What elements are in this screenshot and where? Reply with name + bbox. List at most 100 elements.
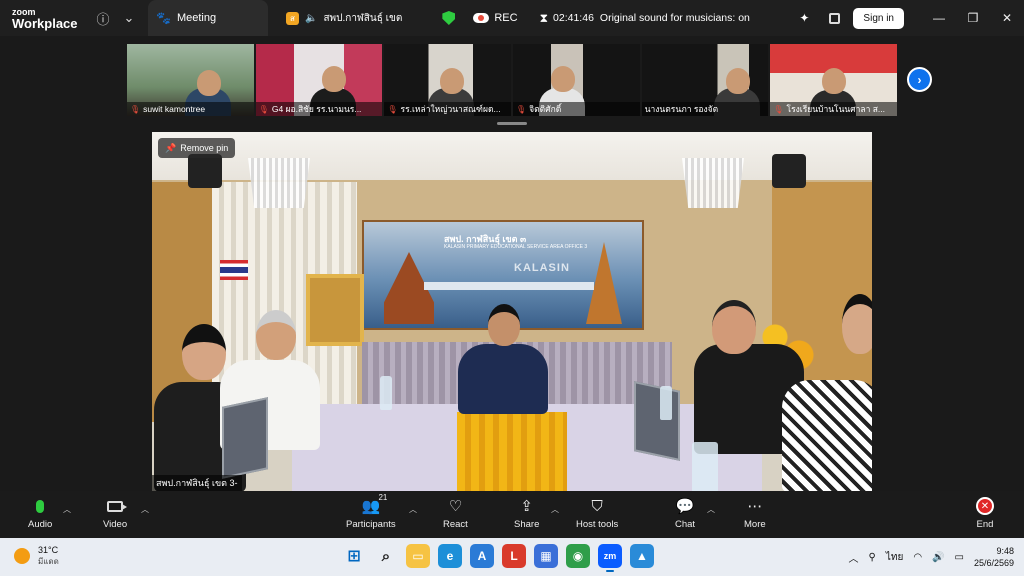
zoom-app-icon[interactable]: zm	[598, 544, 622, 572]
chrome-icon[interactable]: ◉	[566, 544, 590, 568]
participant-tile[interactable]: 🎙 G4 ผอ.สิชัย รร.นามนร...	[255, 44, 383, 116]
original-sound-status[interactable]: Original sound for musicians: on	[600, 12, 750, 24]
chat-options-caret[interactable]: ︿	[707, 504, 715, 515]
title-bar: zoom Workplace ⓘ ⌄ 🐾 Meeting ส 🔈 สพป.กาฬ…	[0, 0, 1024, 36]
speaker-icon: 🔈	[305, 12, 318, 24]
title-bar-right: ✦ Sign in — ❐ ✕	[793, 0, 1024, 36]
mic-muted-icon: 🎙	[130, 104, 141, 114]
react-button[interactable]: ♡ React	[443, 495, 468, 530]
water-bottle	[692, 442, 718, 491]
participant-head	[725, 68, 750, 94]
chat-button[interactable]: 💬 Chat	[675, 495, 695, 530]
close-icon[interactable]: ✕	[990, 0, 1024, 36]
participant-name: โรงเรียนบ้านโนนศาลา ส...	[786, 104, 886, 114]
chandelier	[248, 158, 310, 208]
input-language[interactable]: ไทย	[886, 550, 903, 565]
participants-options-caret[interactable]: ︿	[409, 504, 417, 515]
heart-icon: ♡	[448, 498, 463, 515]
microphone-icon	[36, 495, 45, 517]
tray-overflow-icon[interactable]: ︿	[849, 550, 859, 565]
video-label: Video	[103, 519, 128, 530]
meeting-tab-label: Meeting	[176, 12, 217, 24]
pinned-speaker-name: สพป.กาฬสินธุ์ เขต 3-	[152, 475, 242, 491]
chevron-down-icon[interactable]: ⌄	[116, 5, 142, 31]
water-bottle	[380, 376, 392, 410]
participant-tile[interactable]: 🎙 รร.เหล่าใหญ่วนาสณฑ์ผด...	[384, 44, 512, 116]
thai-flag	[220, 260, 248, 280]
photos-app-icon[interactable]: ▲	[630, 544, 654, 568]
video-options-caret[interactable]: ︿	[141, 504, 149, 515]
recording-indicator[interactable]: REC	[473, 12, 518, 24]
meeting-name: สพป.กาฬสินธุ์ เขต	[323, 12, 403, 24]
banner-word: KALASIN	[514, 262, 570, 274]
laptop	[222, 397, 268, 479]
meeting-tab-icon: 🐾	[156, 11, 171, 25]
app-a-icon[interactable]: A	[470, 544, 494, 568]
app-l-icon[interactable]: L	[502, 544, 526, 568]
chevron-right-icon[interactable]: ›	[907, 67, 932, 92]
zoom-logo: zoom Workplace	[0, 7, 90, 30]
remove-pin-button[interactable]: 📌 Remove pin	[158, 138, 236, 158]
search-icon[interactable]: ⌕	[374, 544, 398, 568]
more-button[interactable]: ⋯ More	[744, 495, 766, 530]
volume-icon[interactable]: 🔊	[932, 552, 944, 563]
wifi-icon[interactable]: ◠	[913, 552, 922, 563]
participant-nameplate: 🎙 รร.เหล่าใหญ่วนาสณฑ์ผด...	[384, 102, 512, 116]
zoom-window: zoom Workplace ⓘ ⌄ 🐾 Meeting ส 🔈 สพป.กาฬ…	[0, 0, 1024, 576]
participant-tile[interactable]: 🎙 โรงเรียนบ้านโนนศาลา ส...	[770, 44, 898, 116]
participant-head	[551, 66, 576, 92]
timer-value: 02:41:46	[553, 12, 594, 24]
rec-label: REC	[494, 12, 518, 24]
weather-widget[interactable]: 31°C มีแดด	[14, 545, 59, 567]
edge-browser-icon[interactable]: e	[438, 544, 462, 568]
meeting-info[interactable]: ส 🔈 สพป.กาฬสินธุ์ เขต	[286, 11, 402, 26]
share-button[interactable]: ⇪ Share	[514, 495, 539, 530]
sun-icon	[14, 548, 30, 564]
banner-bridge	[424, 282, 594, 290]
view-grid-icon[interactable]	[823, 7, 845, 29]
microsoft-store-icon[interactable]: ▦	[534, 544, 558, 568]
audio-options-caret[interactable]: ︿	[63, 504, 71, 515]
system-clock[interactable]: 9:48 25/6/2569	[974, 545, 1014, 569]
participant-name: G4 ผอ.สิชัย รร.นามนร...	[271, 104, 362, 114]
pin-icon: 📌	[165, 142, 177, 153]
camera-icon	[107, 495, 128, 517]
audio-button[interactable]: Audio	[28, 495, 52, 530]
host-tools-button[interactable]: ⛉ Host tools	[576, 495, 618, 531]
mic-muted-icon: 🎙	[773, 104, 784, 114]
share-options-caret[interactable]: ︿	[551, 504, 559, 515]
participant-head	[197, 70, 221, 96]
battery-icon[interactable]: ▭	[955, 552, 964, 563]
participant-nameplate: 🎙 โรงเรียนบ้านโนนศาลา ส...	[770, 102, 898, 116]
participant-head	[440, 68, 465, 94]
end-label: End	[976, 519, 994, 530]
participant-tile[interactable]: นางนตรนภา รองจัต	[641, 44, 769, 116]
banner-subtitle: KALASIN PRIMARY EDUCATIONAL SERVICE AREA…	[444, 244, 588, 250]
gallery-resize-handle[interactable]	[497, 122, 527, 125]
chat-icon: 💬	[675, 498, 695, 515]
info-icon[interactable]: ⓘ	[90, 5, 116, 31]
accessibility-icon[interactable]: ⚲	[869, 552, 876, 563]
participant-name: นางนตรนภา รองจัต	[644, 104, 719, 114]
cloud-record-icon	[473, 13, 490, 23]
participant-tile[interactable]: 🎙 suwit kamontree	[127, 44, 254, 116]
chandelier	[682, 158, 744, 208]
participants-count: 21	[378, 493, 388, 502]
participant-head	[321, 66, 346, 92]
taskbar-apps: ⊞ ⌕ ▭ e A L ▦ ◉ zm ▲	[342, 544, 654, 572]
end-button[interactable]: ✕ End	[976, 495, 994, 530]
restore-icon[interactable]: ❐	[956, 0, 990, 36]
windows-start-icon[interactable]: ⊞	[342, 544, 366, 568]
shield-icon[interactable]	[442, 11, 456, 25]
sign-in-button[interactable]: Sign in	[853, 7, 904, 29]
participant-tile[interactable]: 🎙 จิตติศักดิ์	[513, 44, 640, 116]
pinned-video[interactable]: สพป. กาฬสินธุ์ เขต ๓ KALASIN PRIMARY EDU…	[152, 132, 872, 491]
video-button[interactable]: Video	[103, 495, 127, 530]
file-explorer-icon[interactable]: ▭	[406, 544, 430, 568]
minimize-icon[interactable]: —	[922, 0, 956, 36]
ai-companion-icon[interactable]: ✦	[793, 7, 815, 29]
participants-button[interactable]: 👥 21 Participants	[346, 493, 396, 530]
share-label: Share	[514, 519, 540, 530]
wall-speaker	[188, 154, 222, 188]
tab-meeting[interactable]: 🐾 Meeting	[148, 0, 268, 36]
